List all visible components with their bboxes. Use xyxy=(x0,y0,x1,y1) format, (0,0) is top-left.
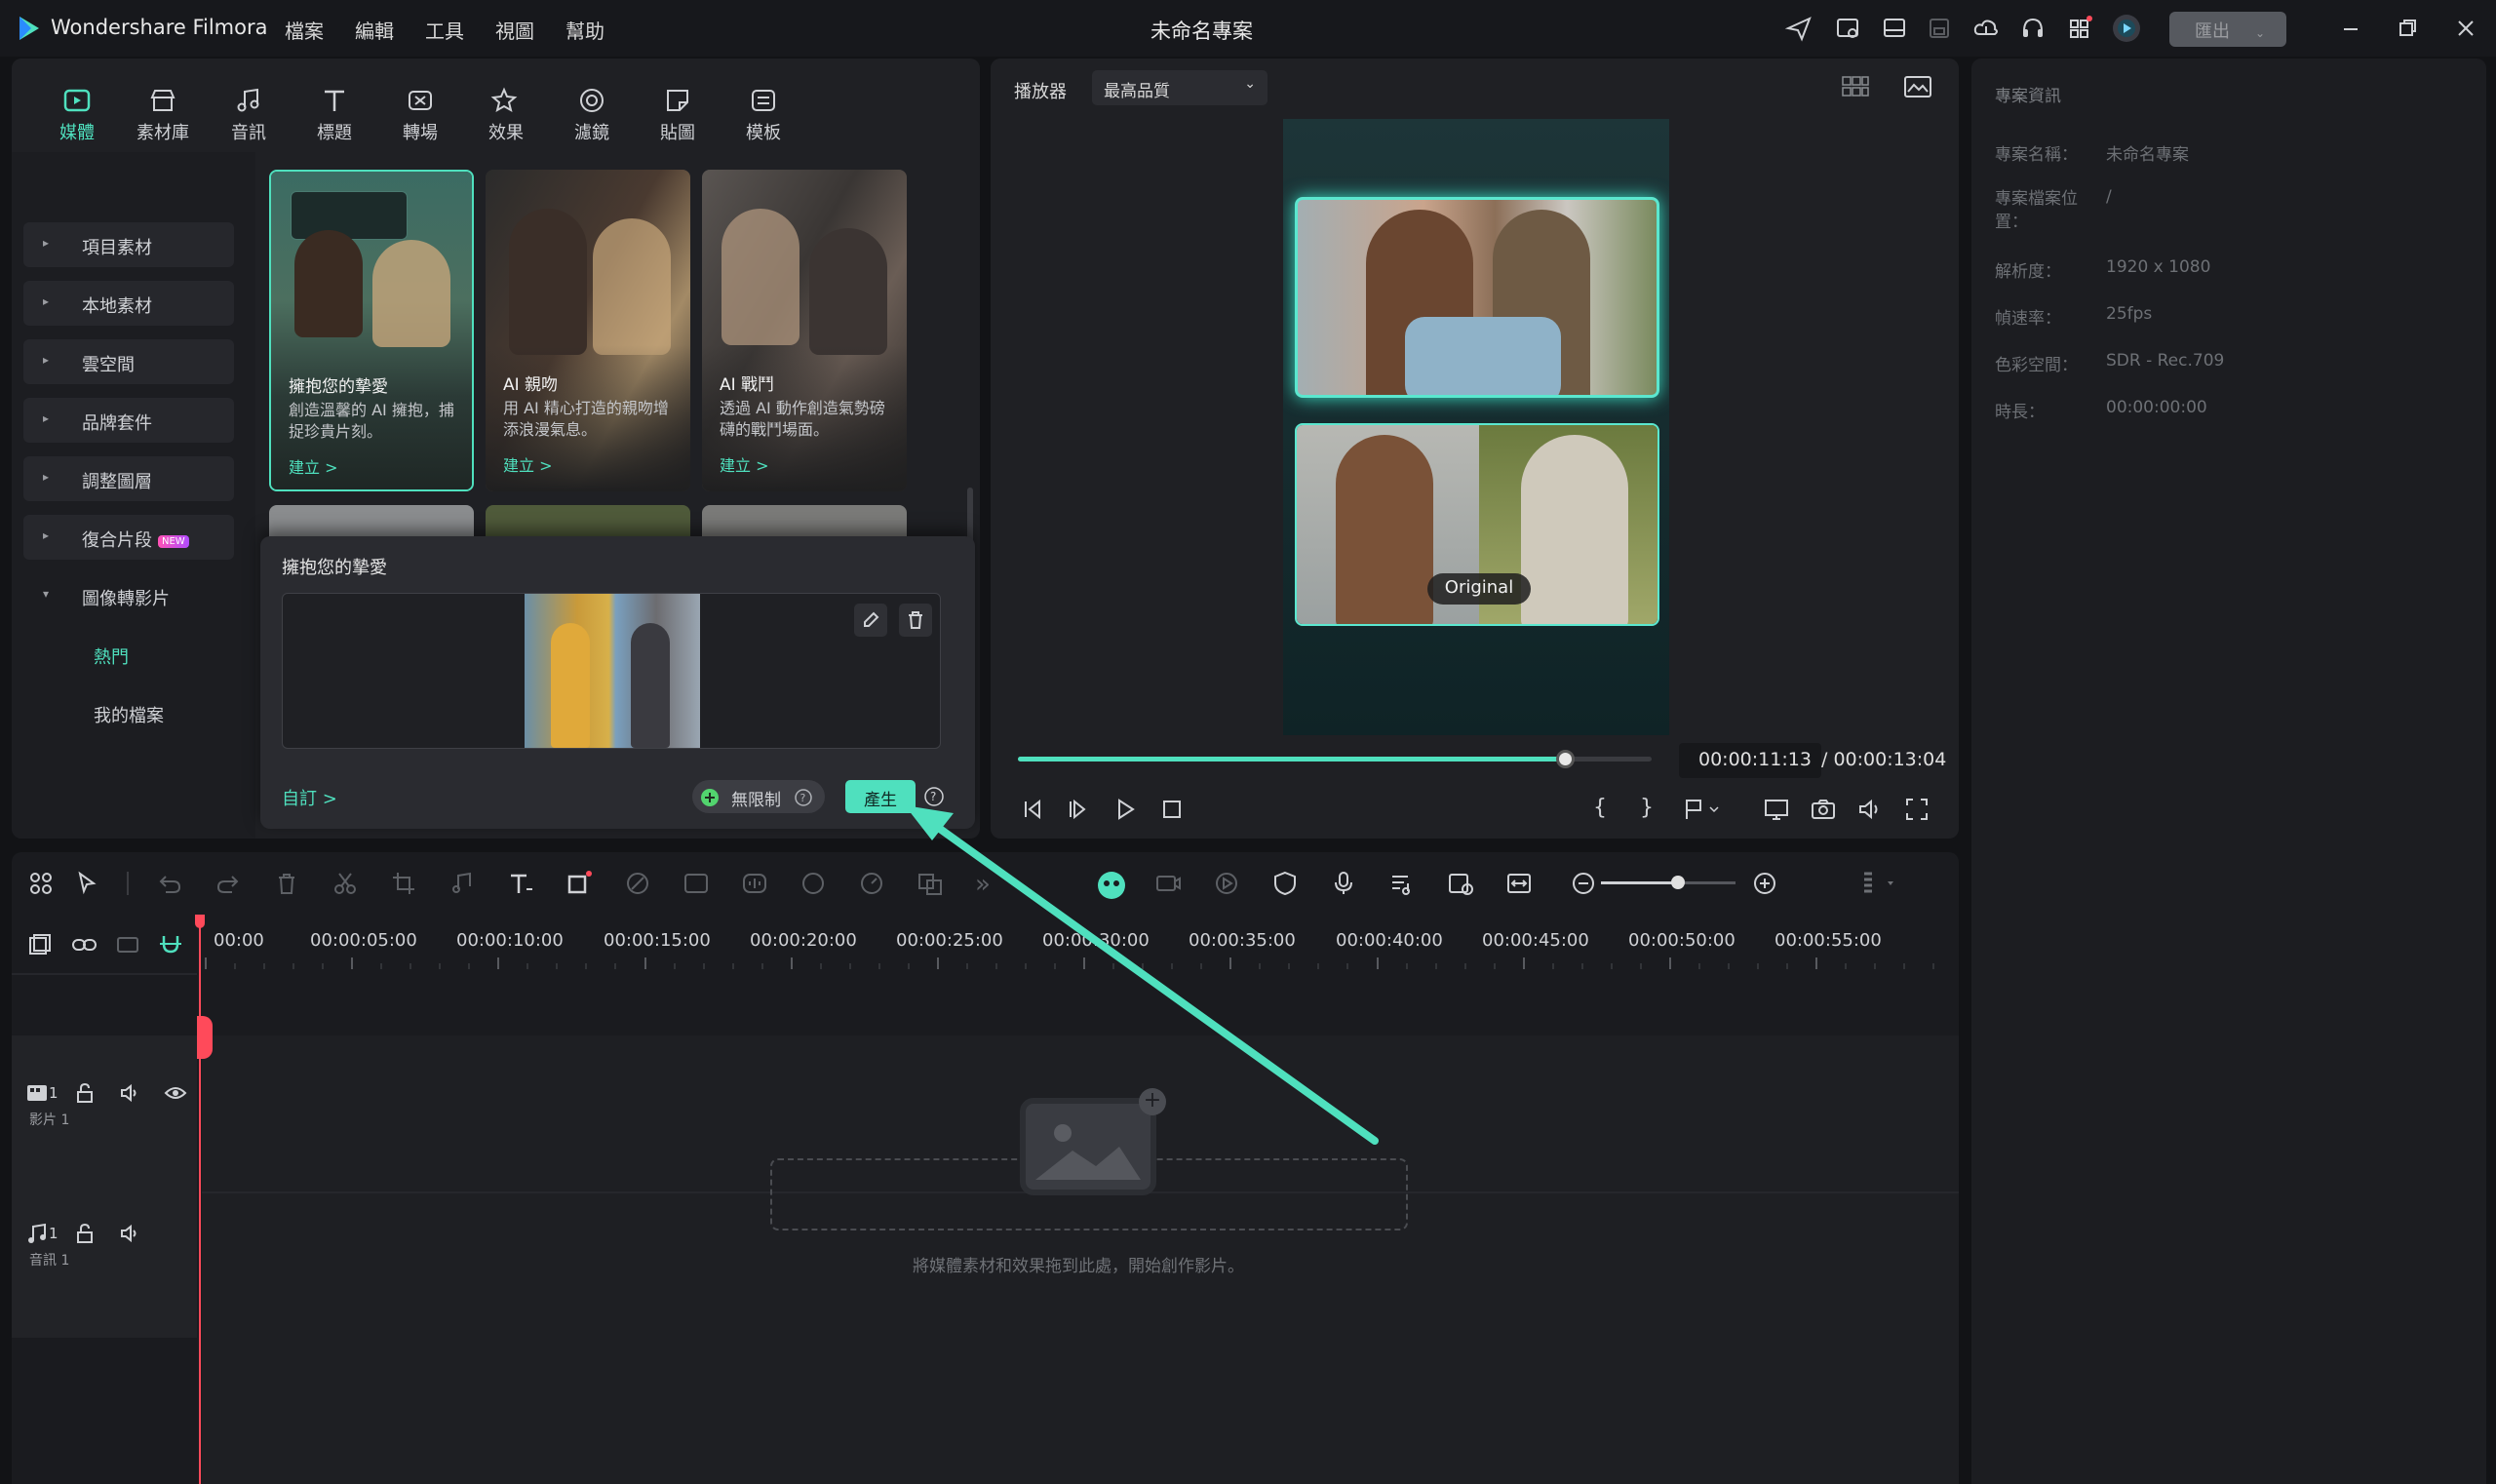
annotation-arrow xyxy=(905,805,1379,1145)
